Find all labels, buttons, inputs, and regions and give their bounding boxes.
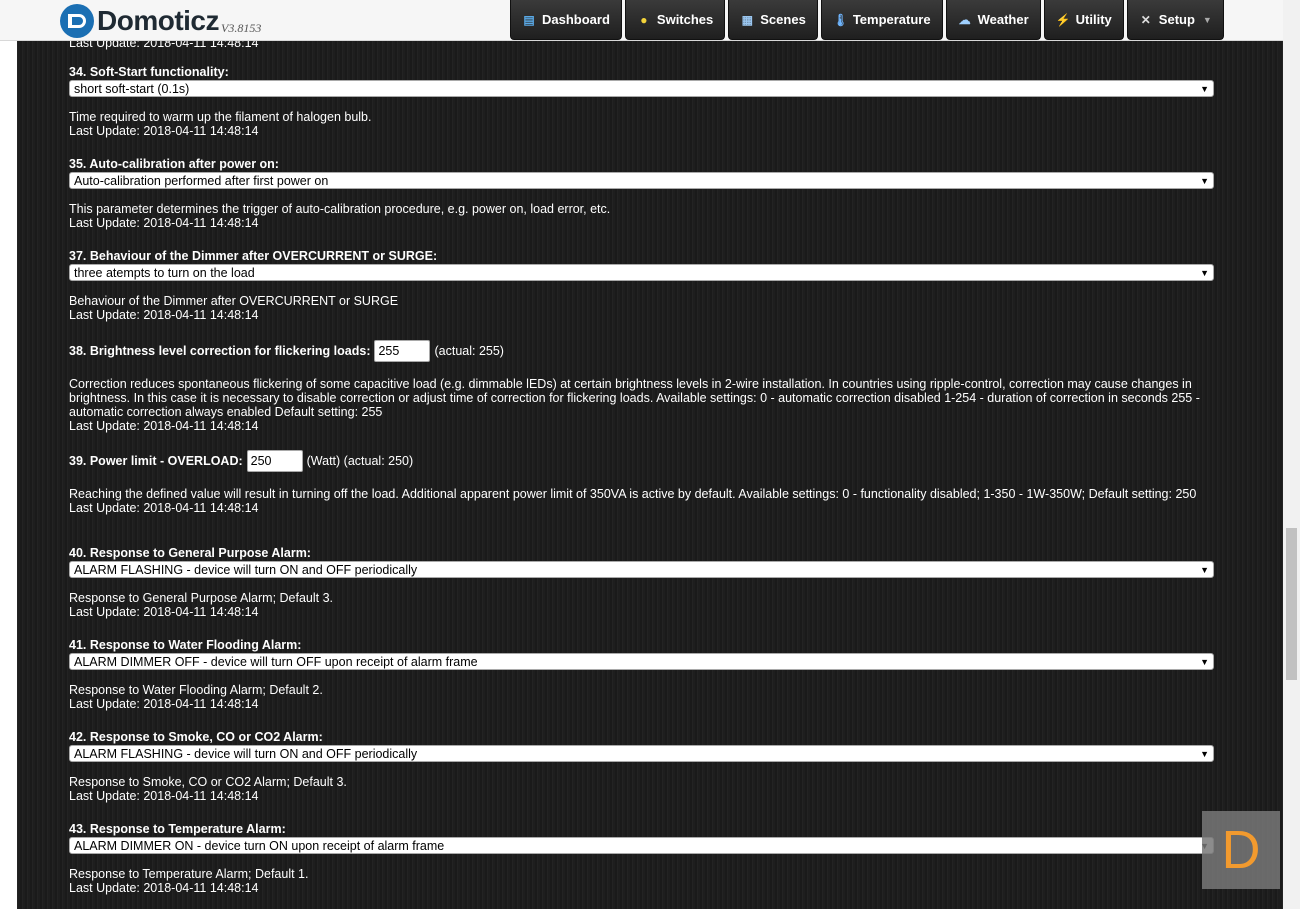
overcurrent-behaviour-select[interactable]: three atempts to turn on the load ▼ (69, 264, 1214, 281)
last-update-text: Last Update: 2018-04-11 14:48:14 (69, 216, 259, 230)
dropdown-arrow-icon: ▼ (1200, 83, 1209, 94)
param-43: 43. Response to Temperature Alarm: ALARM… (69, 821, 1214, 895)
param-40: 40. Response to General Purpose Alarm: A… (69, 545, 1214, 619)
nav-label: Weather (977, 12, 1029, 27)
water-flooding-alarm-select[interactable]: ALARM DIMMER OFF - device will turn OFF … (69, 653, 1214, 670)
param-35: 35. Auto-calibration after power on: Aut… (69, 156, 1214, 230)
select-value: three atempts to turn on the load (74, 265, 255, 280)
param-description: Response to Temperature Alarm; Default 1… (69, 867, 309, 881)
nav-dashboard[interactable]: ▤ Dashboard (510, 0, 622, 40)
domoticz-logo-icon (60, 4, 94, 38)
dropdown-arrow-icon: ▼ (1200, 656, 1209, 667)
dropdown-arrow-icon: ▼ (1200, 175, 1209, 186)
param-title: 35. Auto-calibration after power on: (69, 157, 279, 171)
param-39: 39. Power limit - OVERLOAD: (Watt) (actu… (69, 449, 1214, 515)
scrollbar-thumb[interactable] (1286, 528, 1297, 680)
param-description: Reaching the defined value will result i… (69, 487, 1197, 501)
param-description: Correction reduces spontaneous flickerin… (69, 377, 1200, 419)
last-update-text: Last Update: 2018-04-11 14:48:14 (69, 789, 259, 803)
scrollbar-track[interactable] (1283, 0, 1300, 909)
nav-label: Scenes (760, 12, 806, 27)
param-description: Response to General Purpose Alarm; Defau… (69, 591, 334, 605)
nav-label: Setup (1158, 12, 1195, 27)
param-title: 37. Behaviour of the Dimmer after OVERCU… (69, 249, 438, 263)
last-update-text: Last Update: 2018-04-11 14:48:14 (69, 605, 259, 619)
main-nav: ▤ Dashboard ● Switches ▦ Scenes 🌡 Temper… (510, 0, 1224, 40)
param-title: 41. Response to Water Flooding Alarm: (69, 638, 302, 652)
app-version: V3.8153 (221, 20, 262, 35)
domoticz-d-badge[interactable]: D (1202, 811, 1280, 889)
chevron-down-icon: ▼ (1202, 14, 1212, 25)
nav-scenes[interactable]: ▦ Scenes (728, 0, 818, 40)
power-limit-input[interactable] (246, 450, 303, 472)
param-description: Response to Smoke, CO or CO2 Alarm; Defa… (69, 775, 347, 789)
param-title: 39. Power limit - OVERLOAD: (69, 454, 243, 468)
temperature-alarm-select[interactable]: ALARM DIMMER ON - device turn ON upon re… (69, 837, 1214, 854)
param-title: 38. Brightness level correction for flic… (69, 344, 371, 358)
top-navbar: Domoticz V3.8153 ▤ Dashboard ● Switches … (0, 0, 1300, 41)
select-value: Auto-calibration performed after first p… (74, 173, 329, 188)
param-title: 43. Response to Temperature Alarm: (69, 822, 286, 836)
smoke-alarm-select[interactable]: ALARM FLASHING - device will turn ON and… (69, 745, 1214, 762)
general-alarm-select[interactable]: ALARM FLASHING - device will turn ON and… (69, 561, 1214, 578)
param-description: Time required to warm up the filament of… (69, 110, 372, 124)
last-update-text: Last Update: 2018-04-11 14:48:14 (69, 124, 259, 138)
nav-weather[interactable]: ☁ Weather (945, 0, 1041, 40)
param-description: Behaviour of the Dimmer after OVERCURREN… (69, 294, 399, 308)
param-37: 37. Behaviour of the Dimmer after OVERCU… (69, 248, 1214, 322)
page-frame: Last Update: 2018-04-11 14:48:14 34. Sof… (0, 0, 1300, 909)
nav-temperature[interactable]: 🌡 Temperature (820, 0, 943, 40)
last-update-text: Last Update: 2018-04-11 14:48:14 (69, 501, 259, 515)
last-update-text: Last Update: 2018-04-11 14:48:14 (69, 308, 259, 322)
last-update-text: Last Update: 2018-04-11 14:48:14 (69, 697, 259, 711)
select-value: ALARM FLASHING - device will turn ON and… (74, 562, 418, 577)
app-name: Domoticz (97, 5, 220, 36)
param-description: This parameter determines the trigger of… (69, 202, 611, 216)
tools-icon: ✕ (1140, 12, 1151, 27)
nav-label: Temperature (852, 12, 931, 27)
badge-letter: D (1221, 820, 1261, 880)
select-value: ALARM DIMMER ON - device turn ON upon re… (74, 838, 445, 853)
param-description: Response to Water Flooding Alarm; Defaul… (69, 683, 323, 697)
nav-switches[interactable]: ● Switches (624, 0, 726, 40)
param-title: 40. Response to General Purpose Alarm: (69, 546, 311, 560)
brightness-correction-input[interactable] (374, 340, 431, 362)
nav-label: Switches (656, 12, 714, 27)
dropdown-arrow-icon: ▼ (1200, 748, 1209, 759)
left-margin (0, 0, 17, 909)
lightbulb-icon: ● (640, 12, 648, 27)
soft-start-select[interactable]: short soft-start (0.1s) ▼ (69, 80, 1214, 97)
thermometer-icon: 🌡 (832, 12, 849, 27)
nav-setup[interactable]: ✕ Setup ▼ (1126, 0, 1224, 40)
nav-label: Dashboard (542, 12, 610, 27)
param-actual-value: (Watt) (actual: 250) (306, 454, 414, 468)
nav-label: Utility (1075, 12, 1112, 27)
param-41: 41. Response to Water Flooding Alarm: AL… (69, 637, 1214, 711)
param-actual-value: (actual: 255) (434, 344, 504, 358)
domoticz-logo[interactable]: Domoticz V3.8153 (60, 3, 261, 39)
select-value: ALARM DIMMER OFF - device will turn OFF … (74, 654, 478, 669)
nav-utility[interactable]: ⚡ Utility (1043, 0, 1124, 40)
param-34: 34. Soft-Start functionality: short soft… (69, 64, 1214, 138)
auto-calibration-select[interactable]: Auto-calibration performed after first p… (69, 172, 1214, 189)
clapperboard-icon: ▦ (741, 12, 753, 27)
dropdown-arrow-icon: ▼ (1200, 564, 1209, 575)
last-update-text: Last Update: 2018-04-11 14:48:14 (69, 881, 259, 895)
dashboard-icon: ▤ (523, 12, 535, 27)
last-update-text: Last Update: 2018-04-11 14:48:14 (69, 419, 259, 433)
utility-icon: ⚡ (1055, 12, 1071, 27)
cloud-icon: ☁ (958, 12, 971, 27)
dropdown-arrow-icon: ▼ (1200, 267, 1209, 278)
select-value: short soft-start (0.1s) (74, 81, 190, 96)
select-value: ALARM FLASHING - device will turn ON and… (74, 746, 418, 761)
param-38: 38. Brightness level correction for flic… (69, 339, 1214, 433)
param-title: 42. Response to Smoke, CO or CO2 Alarm: (69, 730, 323, 744)
param-42: 42. Response to Smoke, CO or CO2 Alarm: … (69, 729, 1214, 803)
param-title: 34. Soft-Start functionality: (69, 65, 229, 79)
